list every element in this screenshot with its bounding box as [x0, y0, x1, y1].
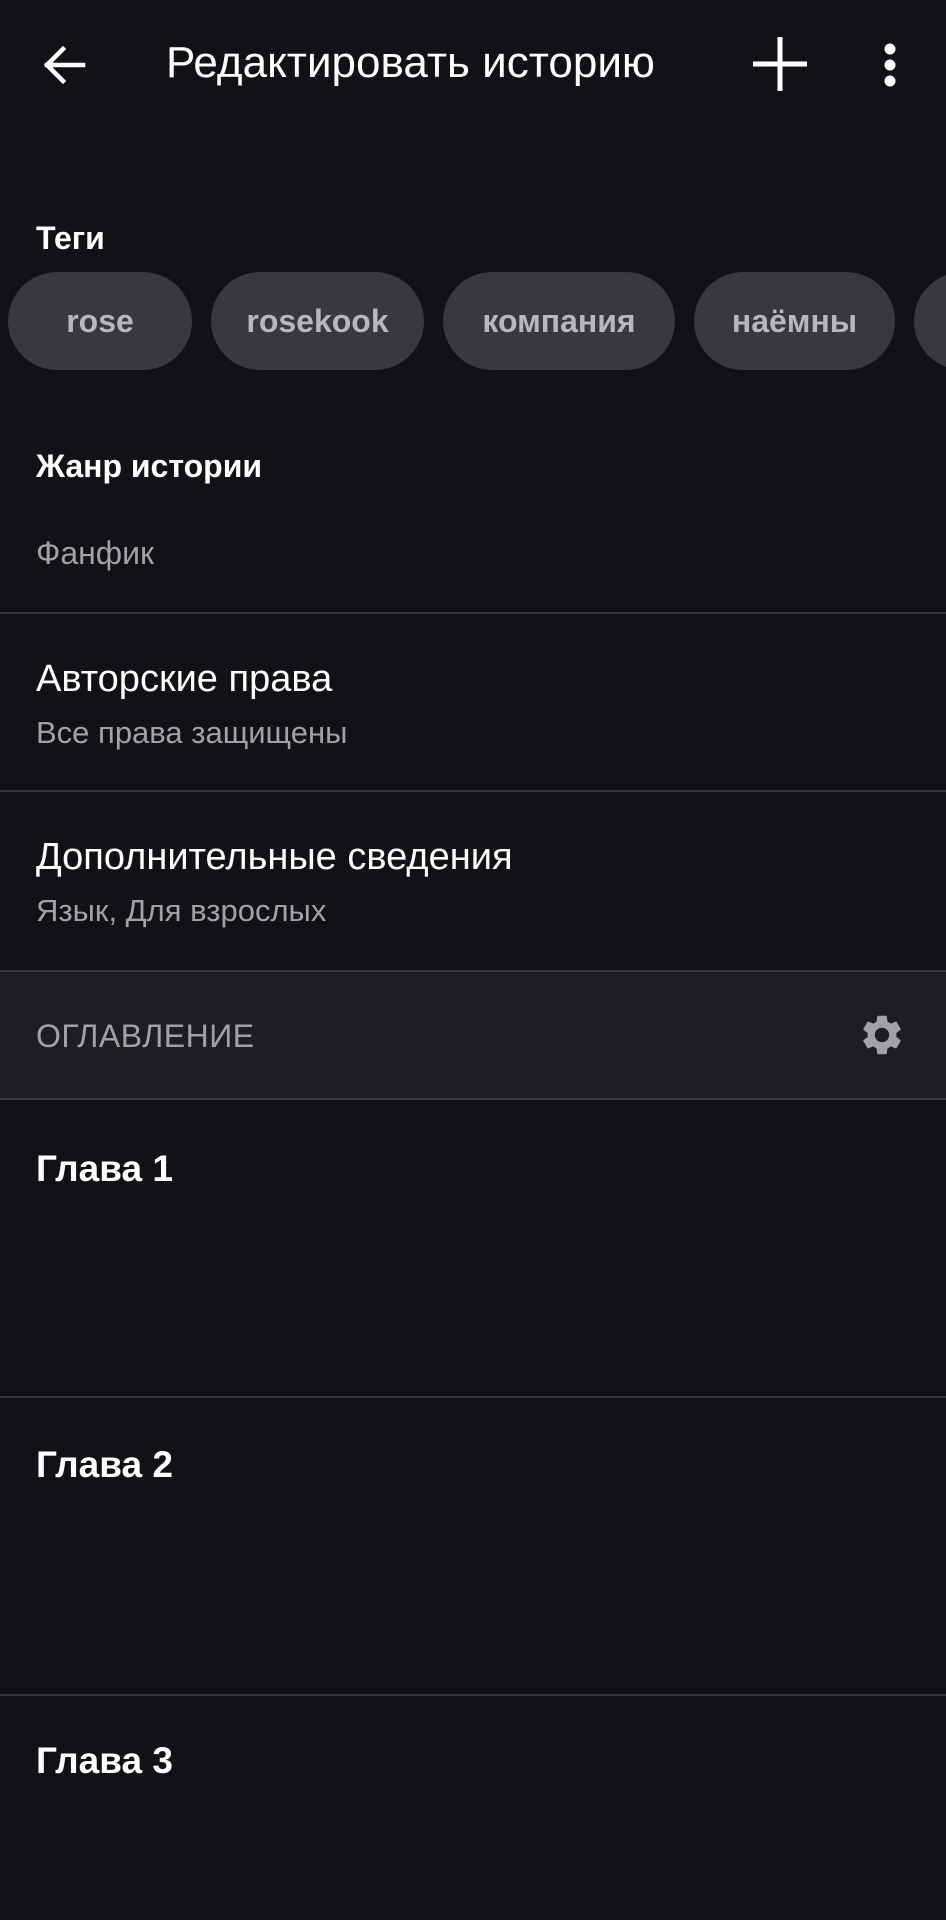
- chapter-row[interactable]: Глава 1: [0, 1100, 946, 1396]
- tag-chip[interactable]: наёмны: [694, 272, 895, 370]
- more-vertical-icon: [884, 43, 896, 87]
- edit-story-screen: Редактировать историю Теги rose rosekook…: [0, 0, 946, 1920]
- tag-label: rose: [66, 302, 134, 339]
- more-options-button[interactable]: [862, 32, 918, 98]
- toc-label: ОГЛАВЛЕНИЕ: [36, 1018, 255, 1054]
- chapter-title: Глава 3: [36, 1740, 173, 1781]
- tag-chip-partial[interactable]: [914, 272, 946, 370]
- chapter-title: Глава 1: [36, 1148, 173, 1189]
- copyright-row[interactable]: Авторские права Все права защищены: [0, 614, 946, 790]
- details-subtitle: Язык, Для взрослых: [36, 893, 327, 928]
- chapter-title: Глава 2: [36, 1444, 173, 1485]
- chapter-row[interactable]: Глава 3: [0, 1696, 946, 1920]
- top-app-bar: Редактировать историю: [0, 0, 946, 130]
- gear-icon: [863, 1015, 901, 1055]
- genre-label: Жанр истории: [36, 448, 263, 484]
- tags-list[interactable]: rose rosekook компания наёмны: [0, 272, 946, 370]
- arrow-left-icon: [43, 45, 86, 85]
- chapter-row[interactable]: Глава 2: [0, 1398, 946, 1694]
- tag-chip[interactable]: rose: [8, 272, 192, 370]
- tag-chip[interactable]: компания: [443, 272, 675, 370]
- copyright-title: Авторские права: [36, 658, 333, 700]
- toc-settings-button[interactable]: [852, 971, 912, 1099]
- page-title: Редактировать историю: [166, 38, 655, 87]
- copyright-subtitle: Все права защищены: [36, 715, 348, 750]
- back-button[interactable]: [30, 30, 100, 100]
- additional-details-row[interactable]: Дополнительные сведения Язык, Для взросл…: [0, 792, 946, 968]
- tag-chip[interactable]: rosekook: [211, 272, 424, 370]
- add-chapter-button[interactable]: [744, 28, 816, 100]
- divider: [0, 970, 946, 972]
- plus-icon: [753, 37, 807, 91]
- details-title: Дополнительные сведения: [36, 836, 513, 878]
- tag-label: наёмны: [731, 302, 858, 339]
- tag-label: компания: [482, 302, 636, 339]
- tag-label: rosekook: [246, 302, 389, 339]
- table-of-contents-header: ОГЛАВЛЕНИЕ: [0, 970, 946, 1100]
- tags-label: Теги: [36, 220, 105, 256]
- genre-value: Фанфик: [36, 535, 154, 571]
